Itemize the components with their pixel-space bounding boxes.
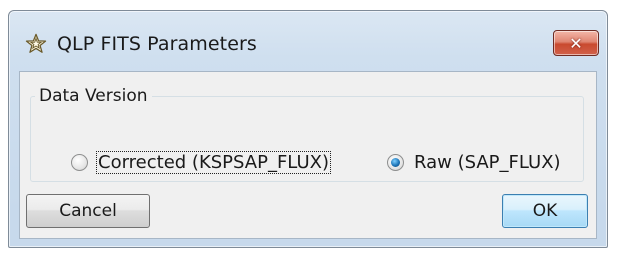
window-title: QLP FITS Parameters [57,33,257,55]
dialog-body: Data Version Corrected (KSPSAP_FLUX) Raw… [19,71,597,239]
close-button[interactable]: ✕ [553,30,599,56]
radio-raw-label[interactable]: Raw (SAP_FLUX) [413,152,562,173]
star-outline-icon [25,33,47,53]
data-version-group: Data Version Corrected (KSPSAP_FLUX) Raw… [30,86,584,182]
radio-raw-circle[interactable] [387,154,404,171]
group-label: Data Version [39,86,148,106]
radio-corrected[interactable]: Corrected (KSPSAP_FLUX) [71,151,331,174]
radio-corrected-circle[interactable] [71,154,88,171]
title-bar[interactable]: QLP FITS Parameters ✕ [9,11,607,71]
radio-raw[interactable]: Raw (SAP_FLUX) [387,152,562,173]
radio-corrected-label[interactable]: Corrected (KSPSAP_FLUX) [96,151,331,174]
cancel-button[interactable]: Cancel [26,194,150,228]
close-icon: ✕ [569,33,583,53]
ok-button[interactable]: OK [502,194,588,228]
dialog-window: QLP FITS Parameters ✕ Data Version Corre… [8,10,608,248]
